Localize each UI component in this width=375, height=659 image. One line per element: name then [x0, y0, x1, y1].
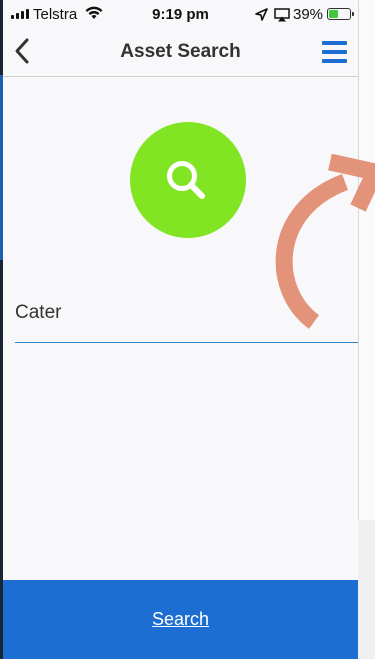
search-input[interactable] — [15, 296, 358, 330]
search-hero-badge — [130, 122, 246, 238]
background-page-bottom — [358, 520, 375, 659]
magnifier-icon — [167, 161, 205, 199]
battery-percent: 39% — [293, 6, 324, 23]
location-arrow-icon — [255, 8, 268, 21]
status-bar: Telstra 9:19 pm 39% — [3, 0, 358, 28]
app-screen: Telstra 9:19 pm 39% Asset Search Cater S… — [3, 0, 358, 659]
nav-bar: Asset Search — [3, 28, 358, 77]
hamburger-menu-icon[interactable] — [320, 40, 350, 64]
search-field[interactable] — [15, 296, 358, 343]
airplay-icon — [274, 8, 290, 22]
search-button[interactable]: Search — [3, 580, 358, 659]
background-page-edge — [358, 0, 375, 520]
battery-icon — [327, 8, 354, 20]
page-title: Asset Search — [120, 41, 241, 62]
